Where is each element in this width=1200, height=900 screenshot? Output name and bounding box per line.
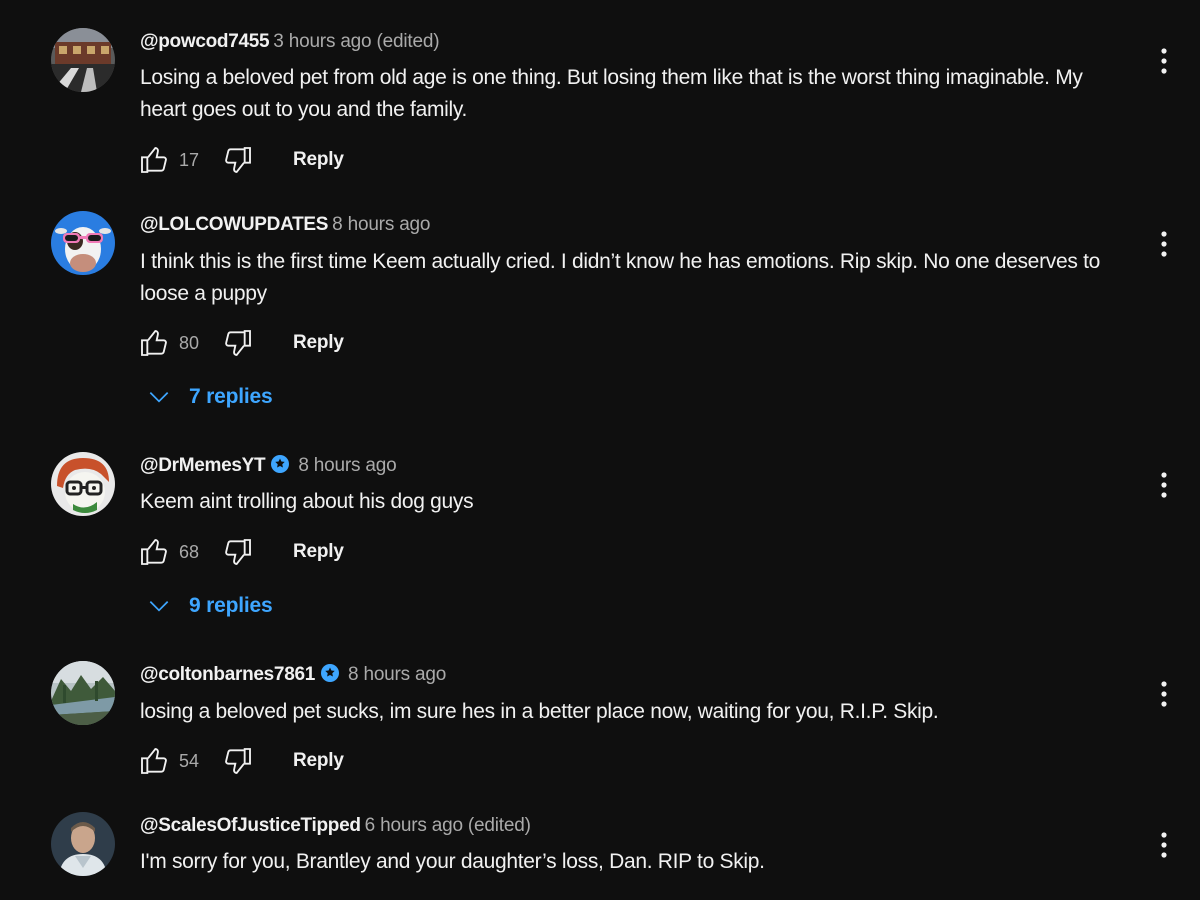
reply-button[interactable]: Reply [293, 541, 344, 563]
replies-count-label: 7 replies [189, 385, 273, 408]
cow-with-sunglasses-avatar [51, 211, 115, 275]
comment-menu-button[interactable] [1150, 677, 1178, 711]
view-replies-button[interactable]: 9 replies [146, 589, 273, 623]
reply-button[interactable]: Reply [293, 149, 344, 171]
comment-actions: 68 Reply [137, 534, 344, 570]
comment-menu-button[interactable] [1150, 468, 1178, 502]
avatar[interactable] [51, 211, 115, 275]
river-landscape-avatar [51, 661, 115, 725]
timestamp[interactable]: 3 hours ago (edited) [273, 31, 439, 52]
comment-text: Keem aint trolling about his dog guys [140, 490, 474, 513]
dislike-button[interactable] [221, 744, 255, 778]
comment-text: Losing a beloved pet from old age is one… [140, 66, 1083, 121]
thumbs-up-icon [141, 747, 167, 774]
like-count: 54 [179, 750, 200, 771]
like-button[interactable] [137, 143, 171, 177]
avatar[interactable] [51, 452, 115, 516]
timestamp[interactable]: 8 hours ago [298, 455, 396, 476]
comment-header: @ScalesOfJusticeTipped 6 hours ago (edite… [140, 814, 531, 838]
like-button[interactable] [137, 326, 171, 360]
comment-menu-button[interactable] [1150, 227, 1178, 261]
like-count: 68 [179, 541, 200, 562]
avatar[interactable] [51, 661, 115, 725]
like-button[interactable] [137, 744, 171, 778]
train-station-photo-avatar [51, 28, 115, 92]
more-vert-icon [1161, 48, 1167, 74]
man-portrait-avatar [51, 812, 115, 876]
like-button[interactable] [137, 535, 171, 569]
author-name[interactable]: @coltonbarnes7861 [140, 664, 315, 685]
dislike-button[interactable] [221, 535, 255, 569]
thumbs-up-icon [141, 329, 167, 356]
thumbs-up-icon [141, 146, 167, 173]
timestamp[interactable]: 8 hours ago [348, 664, 446, 685]
like-count: 17 [179, 149, 200, 170]
dislike-button[interactable] [221, 326, 255, 360]
more-vert-icon [1161, 472, 1167, 498]
avatar[interactable] [51, 28, 115, 92]
replies-count-label: 9 replies [189, 594, 273, 617]
comment-text: I think this is the first time Keem actu… [140, 250, 1100, 305]
comment-menu-button[interactable] [1150, 828, 1178, 862]
reply-button[interactable]: Reply [293, 750, 344, 772]
more-vert-icon [1161, 681, 1167, 707]
cartoon-face-glasses-avatar [51, 452, 115, 516]
comment-header: @DrMemesYT 8 hours ago [140, 454, 397, 478]
comment-header: @powcod7455 3 hours ago (edited) [140, 30, 440, 54]
comment-actions: 80 Reply [137, 325, 344, 361]
reply-button[interactable]: Reply [293, 332, 344, 354]
dislike-button[interactable] [221, 143, 255, 177]
comment-menu-button[interactable] [1150, 44, 1178, 78]
author-name[interactable]: @ScalesOfJusticeTipped [140, 815, 361, 836]
thumbs-up-icon [141, 538, 167, 565]
chevron-down-icon [149, 392, 169, 403]
author-name[interactable]: @LOLCOWUPDATES [140, 214, 328, 235]
thumbs-down-icon [225, 539, 251, 566]
comment-header: @coltonbarnes7861 8 hours ago [140, 663, 446, 687]
avatar[interactable] [51, 812, 115, 876]
timestamp[interactable]: 8 hours ago [332, 214, 430, 235]
author-name[interactable]: @DrMemesYT [140, 455, 266, 476]
thumbs-down-icon [225, 748, 251, 775]
comments-section: @powcod7455 3 hours ago (edited) Losing a… [0, 0, 1200, 900]
verified-badge-icon [271, 455, 290, 473]
verified-badge-icon [321, 664, 339, 682]
comment-actions: 54 Reply [137, 743, 344, 779]
timestamp[interactable]: 6 hours ago (edited) [365, 815, 531, 836]
author-name[interactable]: @powcod7455 [140, 31, 270, 52]
comment-header: @LOLCOWUPDATES 8 hours ago [140, 213, 430, 237]
thumbs-down-icon [225, 147, 251, 174]
more-vert-icon [1161, 231, 1167, 257]
like-count: 80 [179, 332, 200, 353]
thumbs-down-icon [225, 330, 251, 357]
view-replies-button[interactable]: 7 replies [146, 380, 273, 414]
more-vert-icon [1161, 832, 1167, 858]
comment-actions: 17 Reply [137, 142, 344, 178]
chevron-down-icon [149, 601, 169, 612]
comment-text: losing a beloved pet sucks, im sure hes … [140, 700, 939, 723]
comment-text: I'm sorry for you, Brantley and your dau… [140, 850, 765, 873]
